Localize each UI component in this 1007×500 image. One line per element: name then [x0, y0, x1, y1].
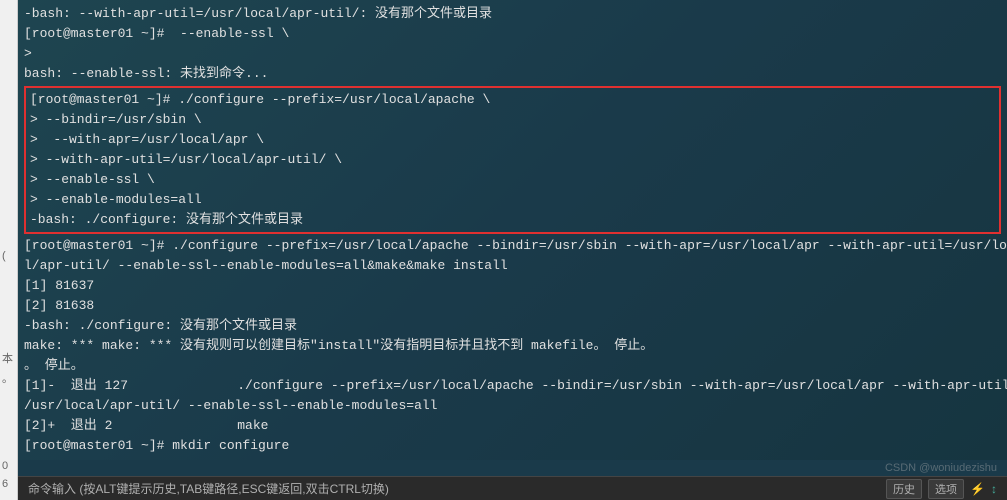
terminal-line: > --enable-ssl \ — [30, 170, 995, 190]
gutter-mark-2: 本 — [2, 350, 13, 366]
terminal-line: > --with-apr-util=/usr/local/apr-util/ \ — [30, 150, 995, 170]
terminal-line: -bash: ./configure: 没有那个文件或目录 — [24, 316, 1001, 336]
highlighted-commands: [root@master01 ~]# ./configure --prefix=… — [24, 86, 1001, 234]
gutter-mark-3: 。 — [2, 370, 13, 386]
lightning-icon[interactable]: ⚡ — [970, 482, 985, 496]
terminal-line: > --with-apr=/usr/local/apr \ — [30, 130, 995, 150]
terminal-line: > --bindir=/usr/sbin \ — [30, 110, 995, 130]
command-input-hint: 命令输入 (按ALT键提示历史,TAB键路径,ESC键返回,双击CTRL切换) — [28, 480, 389, 497]
bottom-bar: 命令输入 (按ALT键提示历史,TAB键路径,ESC键返回,双击CTRL切换) … — [18, 476, 1007, 500]
terminal-line: -bash: --with-apr-util=/usr/local/apr-ut… — [24, 4, 1001, 24]
terminal-line: [root@master01 ~]# ./configure --prefix=… — [30, 90, 995, 110]
terminal-line: bash: --enable-ssl: 未找到命令... — [24, 64, 1001, 84]
terminal-line: [root@master01 ~]# ./configure --prefix=… — [24, 236, 1001, 256]
gutter-mark-5: 6 — [2, 478, 8, 490]
left-gutter: ( 本 。 0 6 — [0, 0, 18, 500]
terminal-output[interactable]: -bash: --with-apr-util=/usr/local/apr-ut… — [18, 0, 1007, 460]
terminal-line: [2] 81638 — [24, 296, 1001, 316]
terminal-line: 。 停止。 — [24, 356, 1001, 376]
history-button[interactable]: 历史 — [886, 479, 922, 499]
terminal-line: [1]- 退出 127 ./configure --prefix=/usr/lo… — [24, 376, 1001, 396]
terminal-line: /usr/local/apr-util/ --enable-ssl--enabl… — [24, 396, 1001, 416]
terminal-line: [root@master01 ~]# mkdir configure — [24, 436, 1001, 456]
signal-icon[interactable]: ↕ — [991, 482, 997, 496]
options-button[interactable]: 选项 — [928, 479, 964, 499]
terminal-line: -bash: ./configure: 没有那个文件或目录 — [30, 210, 995, 230]
watermark: CSDN @woniudezishu — [885, 462, 997, 474]
terminal-line: make: *** make: *** 没有规则可以创建目标"install"没… — [24, 336, 1001, 356]
terminal-line: > — [24, 44, 1001, 64]
terminal-line: [root@master01 ~]# --enable-ssl \ — [24, 24, 1001, 44]
terminal-line: [1] 81637 — [24, 276, 1001, 296]
gutter-mark-4: 0 — [2, 460, 8, 472]
gutter-mark-1: ( — [2, 250, 6, 262]
terminal-line: l/apr-util/ --enable-ssl--enable-modules… — [24, 256, 1001, 276]
terminal-line: > --enable-modules=all — [30, 190, 995, 210]
terminal-line: [2]+ 退出 2 make — [24, 416, 1001, 436]
